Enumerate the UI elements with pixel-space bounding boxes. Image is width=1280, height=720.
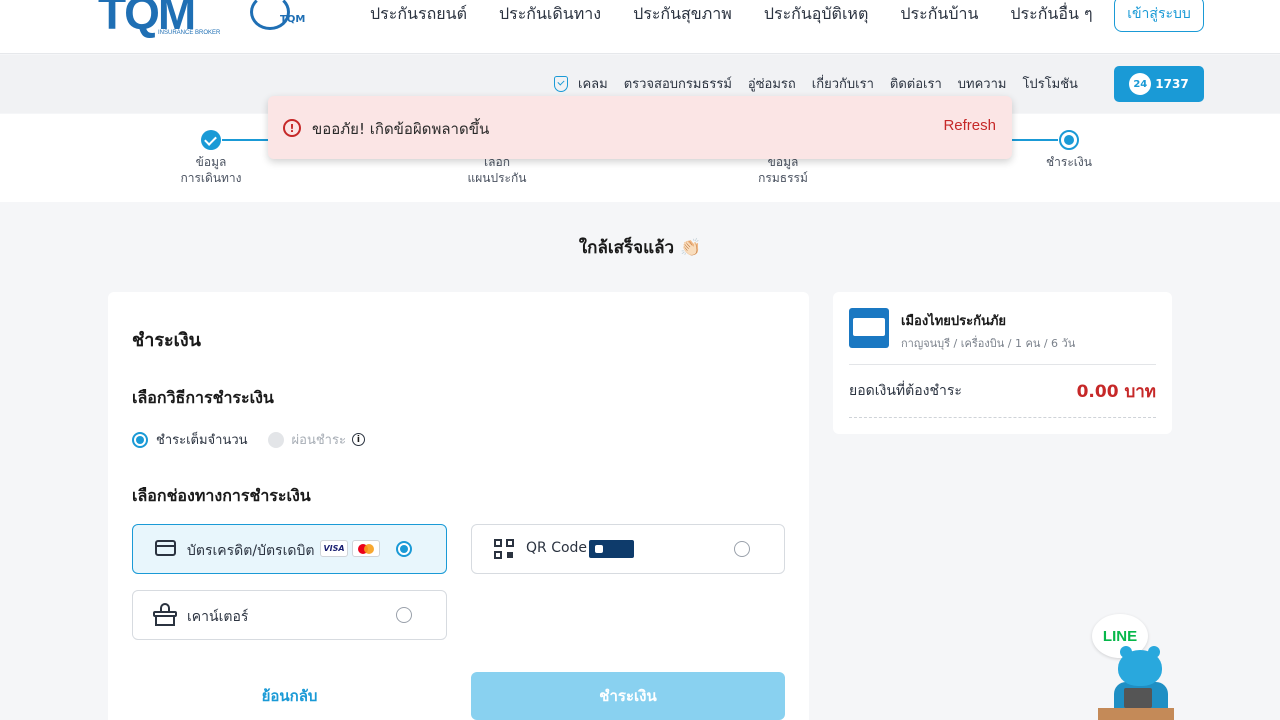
subnav-claim[interactable]: เคลม	[578, 73, 608, 94]
24-hour-icon: 24	[1129, 73, 1152, 95]
channel-card-label: บัตรเครดิต/บัตรเดบิต	[187, 543, 315, 559]
credit-card-icon	[155, 540, 176, 556]
anniversary-logo: TQM	[250, 0, 320, 34]
tqm-logo-subtitle: INSURANCE BROKER	[158, 30, 221, 36]
channel-counter-option[interactable]: เคาน์เตอร์	[132, 590, 447, 640]
step-payment: ชำระเงิน	[1009, 130, 1129, 170]
back-button[interactable]: ย้อนกลับ	[132, 672, 447, 720]
full-payment-radio[interactable]	[132, 431, 148, 448]
payment-channel-title: เลือกช่องทางการชำระเงิน	[132, 486, 311, 505]
login-button[interactable]: เข้าสู่ระบบ	[1114, 0, 1204, 32]
divider	[849, 364, 1156, 365]
counter-icon	[153, 603, 177, 627]
hotline-number: 1737	[1155, 77, 1189, 91]
channel-counter-radio[interactable]	[396, 607, 412, 623]
qr-code-icon	[494, 539, 514, 559]
dashed-divider	[849, 417, 1156, 418]
error-message: ขออภัย! เกิดข้อผิดพลาดขึ้น	[312, 120, 490, 138]
channel-card-option[interactable]: บัตรเครดิต/บัตรเดบิต VISA	[132, 524, 447, 574]
payment-method-options: ชำระเต็มจำนวน ผ่อนชำระ i	[132, 429, 365, 450]
subnav-articles[interactable]: บทความ	[958, 73, 1007, 94]
main-nav: ประกันรถยนต์ ประกันเดินทาง ประกันสุขภาพ …	[370, 2, 1125, 27]
subnav-promotion[interactable]: โปรโมชัน	[1022, 73, 1077, 94]
nav-home-insurance[interactable]: ประกันบ้าน	[900, 2, 978, 27]
channel-qr-radio[interactable]	[734, 541, 750, 557]
nav-other-insurance[interactable]: ประกันอื่น ๆ	[1010, 2, 1092, 27]
mastercard-icon	[352, 540, 380, 557]
thai-qr-payment-icon	[589, 540, 634, 558]
subnav-check-policy[interactable]: ตรวจสอบกรมธรรม์	[624, 73, 732, 94]
total-value: 0.00 บาท	[1076, 382, 1156, 402]
check-icon	[201, 130, 221, 150]
payment-title: ชำระเงิน	[132, 330, 201, 351]
installment-label: ผ่อนชำระ	[291, 433, 346, 448]
refresh-button[interactable]: Refresh	[943, 117, 996, 134]
full-payment-label[interactable]: ชำระเต็มจำนวน	[156, 429, 248, 450]
nav-travel-insurance[interactable]: ประกันเดินทาง	[499, 2, 601, 27]
total-label: ยอดเงินที่ต้องชำระ	[849, 383, 962, 399]
payment-method-title: เลือกวิธีการชำระเงิน	[132, 388, 274, 407]
channel-qr-option[interactable]: QR Code	[471, 524, 785, 574]
line-chat-widget[interactable]: LINE	[1088, 612, 1178, 720]
nav-health-insurance[interactable]: ประกันสุขภาพ	[633, 2, 732, 27]
insurer-logo	[849, 308, 889, 348]
visa-icon: VISA	[320, 540, 348, 557]
hotline-badge[interactable]: 24 1737	[1114, 66, 1204, 102]
pay-button[interactable]: ชำระเงิน	[471, 672, 785, 720]
page-heading: ใกล้เสร็จแล้ว 👏🏻	[578, 238, 702, 258]
desk	[1098, 708, 1174, 720]
order-summary-card: เมืองไทยประกันภัย กาญจนบุรี / เครื่องบิน…	[833, 292, 1172, 434]
subnav-contact[interactable]: ติดต่อเรา	[890, 73, 942, 94]
mascot-bear-icon	[1118, 646, 1162, 686]
info-icon[interactable]: i	[351, 433, 365, 446]
current-step-icon	[1059, 130, 1079, 150]
step-travel-info: ข้อมูล การเดินทาง	[151, 130, 271, 186]
error-icon: !	[283, 119, 301, 137]
channel-card-radio[interactable]	[396, 541, 412, 557]
site-header: TQM INSURANCE BROKER TQM ประกันรถยนต์ ปร…	[0, 0, 1280, 54]
laptop-icon	[1124, 688, 1152, 708]
error-toast: ! ขออภัย! เกิดข้อผิดพลาดขึ้น Refresh	[268, 96, 1012, 159]
insurer-name: เมืองไทยประกันภัย	[901, 314, 1007, 329]
payment-card: ชำระเงิน เลือกวิธีการชำระเงิน ชำระเต็มจำ…	[108, 292, 809, 720]
subnav-about[interactable]: เกี่ยวกับเรา	[812, 73, 874, 94]
shield-icon	[554, 75, 568, 92]
channel-qr-label: QR Code	[526, 540, 588, 556]
subnav-garage[interactable]: อู่ซ่อมรถ	[748, 73, 796, 94]
tqm-logo[interactable]: TQM INSURANCE BROKER	[98, 0, 220, 40]
nav-accident-insurance[interactable]: ประกันอุบัติเหตุ	[764, 2, 869, 27]
channel-counter-label: เคาน์เตอร์	[187, 609, 249, 625]
trip-detail: กาญจนบุรี / เครื่องบิน / 1 คน / 6 วัน	[901, 337, 1076, 350]
nav-car-insurance[interactable]: ประกันรถยนต์	[370, 2, 467, 27]
installment-radio	[267, 431, 284, 448]
